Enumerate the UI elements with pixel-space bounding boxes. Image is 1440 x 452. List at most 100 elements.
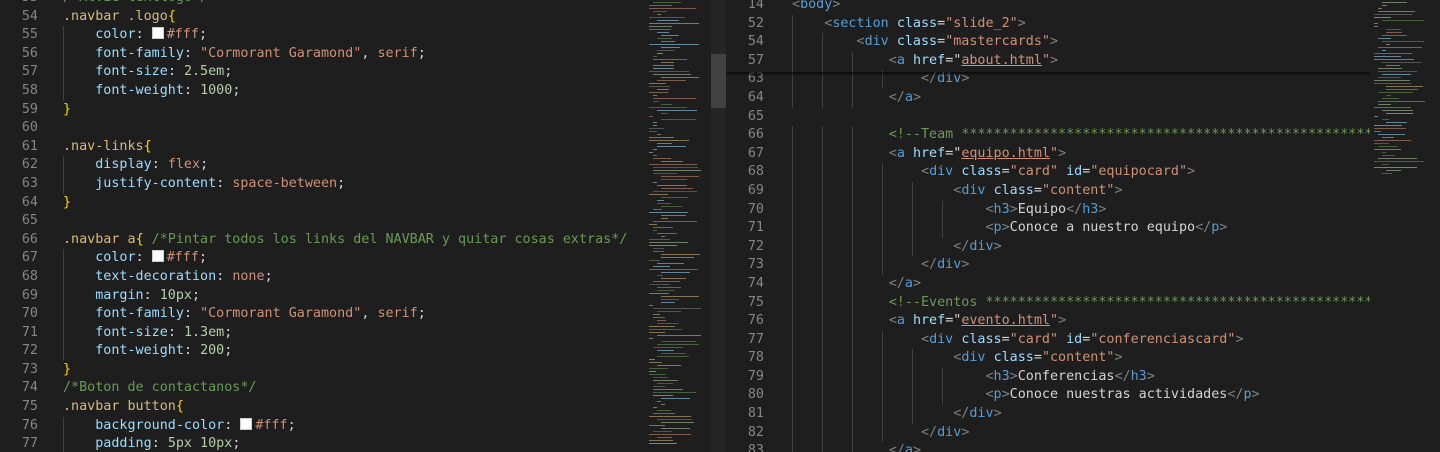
line-number[interactable]: 68 <box>0 268 38 287</box>
line-number[interactable]: 14 <box>726 0 764 15</box>
code-text[interactable]: font-size: 2.5em; <box>63 63 232 82</box>
code-text[interactable]: padding: 5px 10px; <box>63 435 240 452</box>
line-number[interactable]: 83 <box>726 442 764 452</box>
line-number[interactable]: 56 <box>0 45 38 64</box>
line-number[interactable]: 76 <box>0 417 38 436</box>
code-text[interactable]: <!--Eventos ****************************… <box>792 294 1389 313</box>
line-number[interactable]: 57 <box>0 63 38 82</box>
color-swatch-icon[interactable] <box>151 27 164 40</box>
line-number[interactable]: 71 <box>0 324 38 343</box>
code-text[interactable]: <h3>Equipo</h3> <box>792 201 1106 220</box>
code-text[interactable]: color: #fff; <box>63 249 207 268</box>
code-text[interactable]: <div class="mastercards"> <box>792 33 1059 52</box>
code-text[interactable]: .navbar .logo{ <box>63 8 176 27</box>
code-text[interactable]: </a> <box>792 275 921 294</box>
line-number[interactable]: 57 <box>726 52 764 71</box>
code-text[interactable]: <h3>Conferencias</h3> <box>792 368 1154 387</box>
line-number[interactable]: 69 <box>726 182 764 201</box>
code-text[interactable]: /*Boton de contactanos*/ <box>63 379 256 398</box>
left-minimap[interactable] <box>645 0 711 452</box>
line-number[interactable]: 52 <box>726 15 764 34</box>
line-number[interactable]: 54 <box>0 8 38 27</box>
line-number[interactable]: 73 <box>726 256 764 275</box>
line-number[interactable]: 66 <box>726 126 764 145</box>
right-minimap[interactable] <box>1370 0 1440 452</box>
code-text[interactable]: <div class="card" id="conferenciascard"> <box>792 331 1244 350</box>
code-text[interactable]: <body> <box>792 0 840 15</box>
code-text[interactable]: <a href="evento.html"> <box>792 312 1066 331</box>
line-number[interactable]: 54 <box>726 33 764 52</box>
code-text[interactable]: </div> <box>792 424 969 443</box>
line-number[interactable]: 69 <box>0 287 38 306</box>
line-number[interactable]: 72 <box>0 342 38 361</box>
right-editor-pane[interactable]: 14 <body> 52 <section class="slide_2"> 54 <… <box>726 0 1440 452</box>
code-text[interactable]: <section class="slide_2"> <box>792 15 1026 34</box>
line-number[interactable]: 74 <box>726 275 764 294</box>
code-text[interactable]: } <box>63 194 71 213</box>
code-text[interactable]: } <box>63 101 71 120</box>
code-text[interactable]: <div class="content"> <box>792 349 1122 368</box>
line-number[interactable]: 75 <box>0 398 38 417</box>
code-text[interactable]: <p>Conoce a nuestro equipo</p> <box>792 219 1227 238</box>
line-number[interactable]: 79 <box>726 368 764 387</box>
code-text[interactable]: font-size: 1.3em; <box>63 324 232 343</box>
code-text[interactable]: text-decoration: none; <box>63 268 272 287</box>
code-text[interactable]: .navbar a{ /*Pintar todos los links del … <box>63 231 627 250</box>
line-number[interactable]: 65 <box>0 212 38 231</box>
code-text[interactable]: } <box>63 361 71 380</box>
line-number[interactable]: 82 <box>726 424 764 443</box>
line-number[interactable]: 74 <box>0 379 38 398</box>
code-text[interactable]: <!--Team *******************************… <box>792 126 1389 145</box>
line-number[interactable]: 65 <box>726 108 764 127</box>
line-number[interactable]: 81 <box>726 405 764 424</box>
line-number[interactable]: 67 <box>726 145 764 164</box>
line-number[interactable]: 62 <box>0 156 38 175</box>
line-number[interactable]: 75 <box>726 294 764 313</box>
line-number[interactable]: 63 <box>0 175 38 194</box>
line-number[interactable]: 78 <box>726 349 764 368</box>
line-number[interactable]: 72 <box>726 238 764 257</box>
line-number[interactable]: 68 <box>726 163 764 182</box>
code-text[interactable]: <p>Conoce nuestras actividades</p> <box>792 386 1259 405</box>
code-text[interactable]: font-family: "Cormorant Garamond", serif… <box>63 305 426 324</box>
code-text[interactable]: display: flex; <box>63 156 208 175</box>
line-number[interactable]: 77 <box>726 331 764 350</box>
line-number[interactable]: 70 <box>0 305 38 324</box>
line-number[interactable]: 73 <box>0 361 38 380</box>
left-scrollbar-thumb[interactable] <box>711 54 726 108</box>
line-number[interactable]: 58 <box>0 82 38 101</box>
code-text[interactable]: .navbar button{ <box>63 398 184 417</box>
code-text[interactable]: /*Alvie textlogo*/ <box>63 0 208 8</box>
code-text[interactable]: </a> <box>792 442 921 452</box>
code-text[interactable]: margin: 10px; <box>63 287 200 306</box>
code-text[interactable]: .nav-links{ <box>63 138 152 157</box>
code-text[interactable]: font-weight: 200; <box>63 342 232 361</box>
line-number[interactable]: 64 <box>0 194 38 213</box>
left-scrollbar[interactable] <box>711 0 726 452</box>
line-number[interactable]: 55 <box>0 26 38 45</box>
code-text[interactable]: font-weight: 1000; <box>63 82 240 101</box>
left-editor-pane[interactable]: 53 /*Alvie textlogo*/ 54 .navbar .logo{ 55 c… <box>0 0 726 452</box>
code-text[interactable]: </a> <box>792 89 921 108</box>
color-swatch-icon[interactable] <box>240 417 253 430</box>
color-swatch-icon[interactable] <box>151 250 164 263</box>
line-number[interactable]: 61 <box>0 138 38 157</box>
code-text[interactable]: background-color: #fff; <box>63 417 296 436</box>
line-number[interactable]: 76 <box>726 312 764 331</box>
line-number[interactable]: 67 <box>0 249 38 268</box>
code-text[interactable]: color: #fff; <box>63 26 207 45</box>
code-text[interactable]: <a href="equipo.html"> <box>792 145 1066 164</box>
line-number[interactable]: 70 <box>726 201 764 220</box>
line-number[interactable]: 66 <box>0 231 38 250</box>
code-text[interactable]: font-family: "Cormorant Garamond", serif… <box>63 45 426 64</box>
code-text[interactable]: </div> <box>792 405 1001 424</box>
code-text[interactable]: justify-content: space-between; <box>63 175 345 194</box>
code-text[interactable]: <a href="about.html"> <box>792 52 1058 71</box>
line-number[interactable]: 60 <box>0 119 38 138</box>
line-number[interactable]: 64 <box>726 89 764 108</box>
line-number[interactable]: 71 <box>726 219 764 238</box>
line-number[interactable]: 59 <box>0 101 38 120</box>
line-number[interactable]: 80 <box>726 386 764 405</box>
line-number[interactable]: 53 <box>0 0 38 8</box>
code-text[interactable]: <div class="content"> <box>792 182 1122 201</box>
